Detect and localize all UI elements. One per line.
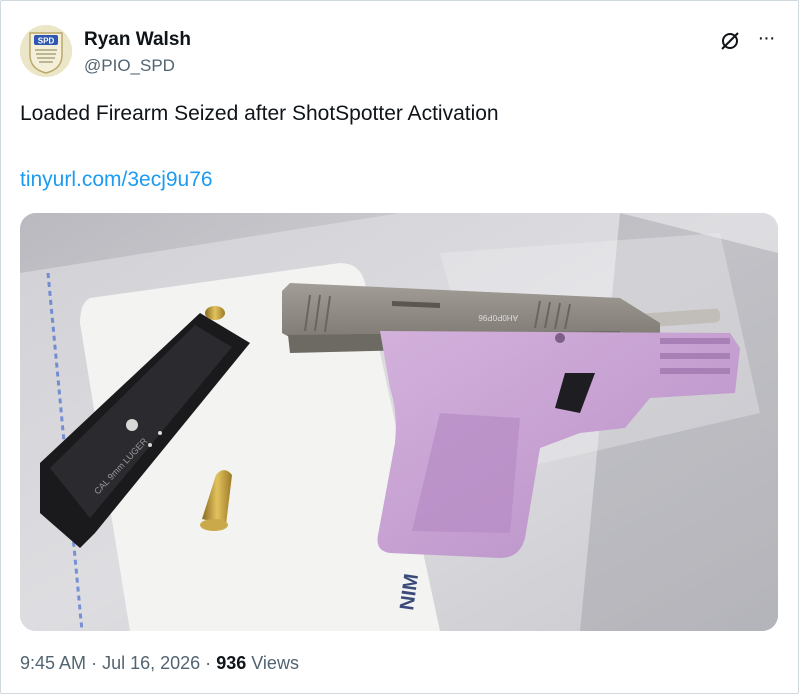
seized-firearm-photo: NIM CAL 9mm LUGER AH0P0P96 (20, 213, 778, 631)
tweet-card: SPD Ryan Walsh @PIO_SPD ··· Loaded Firea… (0, 0, 799, 694)
police-badge-icon: SPD (20, 25, 72, 77)
tweet-text: Loaded Firearm Seized after ShotSpotter … (20, 102, 499, 125)
views-label: Views (251, 653, 299, 673)
tweet-link[interactable]: tinyurl.com/3ecj9u76 (20, 168, 213, 192)
tweet-image[interactable]: NIM CAL 9mm LUGER AH0P0P96 (20, 213, 778, 631)
tweet-meta: 9:45 AM · Jul 16, 2026 · 936 Views (20, 653, 299, 674)
tweet-date[interactable]: Jul 16, 2026 (102, 653, 200, 673)
slide-engraving: AH0P0P96 (478, 313, 518, 322)
views-count: 936 (216, 653, 247, 673)
meta-separator: · (205, 653, 212, 673)
author-handle[interactable]: @PIO_SPD (84, 56, 175, 76)
meta-separator: · (91, 653, 98, 673)
more-options-icon[interactable]: ··· (753, 28, 779, 51)
avatar[interactable]: SPD (20, 25, 72, 77)
author-name[interactable]: Ryan Walsh (84, 29, 191, 51)
grok-icon[interactable] (719, 30, 741, 52)
avatar-badge-text: SPD (38, 37, 55, 46)
tweet-time[interactable]: 9:45 AM (20, 653, 86, 673)
